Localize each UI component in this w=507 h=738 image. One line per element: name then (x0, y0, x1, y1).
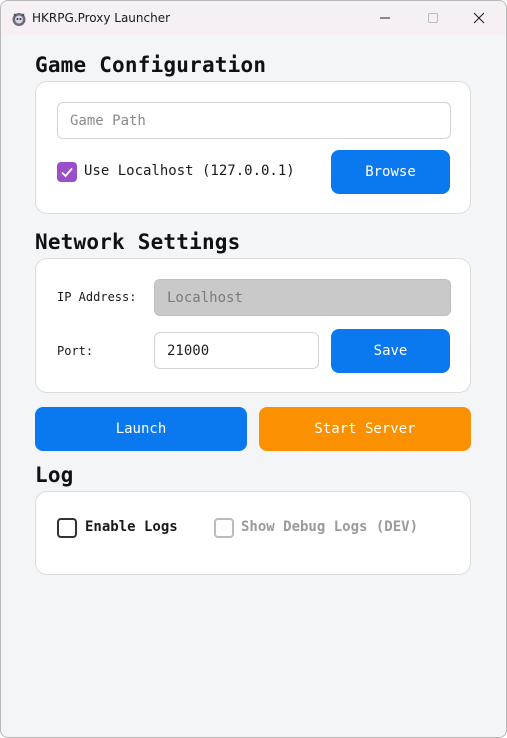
game-config-card: Use Localhost (127.0.0.1) Browse (35, 81, 471, 214)
close-button[interactable] (456, 1, 502, 35)
maximize-icon (428, 13, 438, 23)
close-icon (473, 12, 485, 24)
network-settings-heading: Network Settings (35, 230, 241, 254)
save-button[interactable]: Save (331, 329, 450, 373)
enable-logs-label[interactable]: Enable Logs (85, 519, 178, 535)
use-localhost-checkbox[interactable] (57, 162, 77, 182)
checkmark-icon (61, 167, 73, 178)
title-bar[interactable]: HKRPG.Proxy Launcher (1, 1, 506, 35)
ip-address-input[interactable] (154, 279, 451, 316)
launch-button[interactable]: Launch (35, 407, 247, 451)
network-settings-card: IP Address: Port: Save (35, 258, 471, 393)
port-input[interactable] (154, 332, 319, 369)
start-server-button[interactable]: Start Server (259, 407, 471, 451)
debug-logs-label[interactable]: Show Debug Logs (DEV) (241, 519, 418, 535)
game-path-input[interactable] (57, 102, 451, 139)
window-title: HKRPG.Proxy Launcher (32, 11, 171, 25)
ip-address-label: IP Address: (57, 290, 137, 304)
minimize-button[interactable] (362, 1, 408, 35)
log-card: Enable Logs Show Debug Logs (DEV) (35, 491, 471, 575)
enable-logs-checkbox[interactable] (57, 518, 77, 538)
use-localhost-label[interactable]: Use Localhost (127.0.0.1) (84, 163, 295, 179)
app-window: HKRPG.Proxy Launcher Game Configuration … (0, 0, 507, 738)
debug-logs-checkbox[interactable] (214, 518, 234, 538)
port-label: Port: (57, 344, 94, 358)
maximize-button[interactable] (410, 1, 456, 35)
game-config-heading: Game Configuration (35, 53, 267, 77)
minimize-icon (380, 17, 390, 19)
log-heading: Log (35, 463, 74, 487)
browse-button[interactable]: Browse (331, 150, 450, 194)
app-logo-icon (12, 13, 26, 26)
